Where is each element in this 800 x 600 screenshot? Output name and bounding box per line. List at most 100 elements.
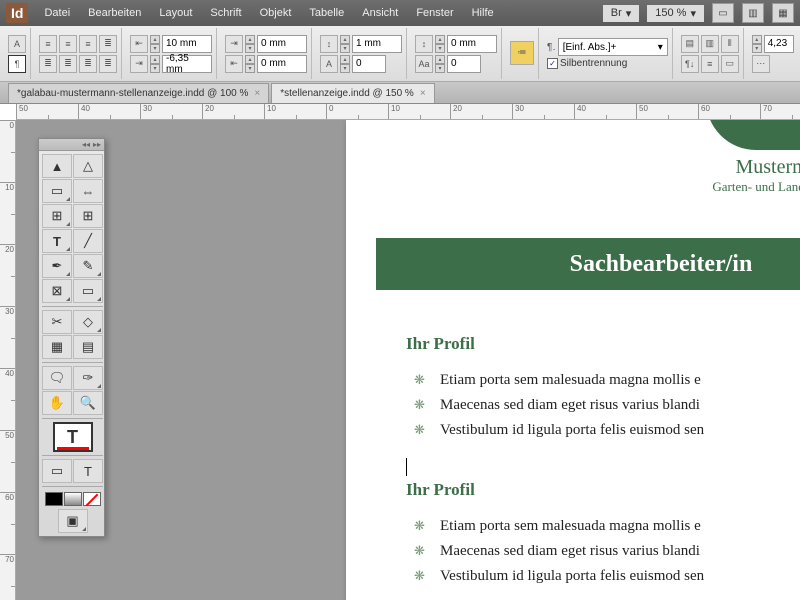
menu-datei[interactable]: Datei — [36, 3, 78, 23]
document-page[interactable]: Mustermann Garten- und Landschaftsbau Sa… — [346, 120, 800, 600]
justify-left-icon[interactable]: ≣ — [39, 55, 57, 73]
free-transform-tool[interactable]: ◇ — [73, 310, 103, 334]
canvas[interactable]: Mustermann Garten- und Landschaftsbau Sa… — [16, 120, 800, 600]
tab-stellenanzeige[interactable]: *stellenanzeige.indd @ 150 %× — [271, 83, 434, 103]
list-item: Maecenas sed diam eget risus varius blan… — [406, 539, 800, 564]
para-mode-icon[interactable]: ¶ — [8, 55, 26, 73]
pencil-tool[interactable]: ✎ — [73, 254, 103, 278]
justify-center-icon[interactable]: ≣ — [59, 55, 77, 73]
baseline-grid-icon[interactable]: ▤ — [681, 35, 699, 53]
align-center-icon[interactable]: ≡ — [59, 35, 77, 53]
apply-gradient-swatch[interactable] — [64, 492, 82, 506]
rules-icon[interactable]: ▭ — [721, 55, 739, 73]
right-spinner[interactable]: ▴▾ — [752, 35, 762, 53]
scissors-tool[interactable]: ✂ — [42, 310, 72, 334]
collapse-icon[interactable]: ◂◂ — [82, 140, 90, 149]
bridge-button[interactable]: Br ▾ — [603, 5, 640, 22]
align-right-icon[interactable]: ≡ — [79, 35, 97, 53]
columns-icon[interactable]: ▥ — [701, 35, 719, 53]
dropcap-lines-spinner[interactable]: ▴▾ — [340, 55, 350, 73]
options-icon[interactable]: ¶↓ — [681, 55, 699, 73]
menu-objekt[interactable]: Objekt — [252, 3, 300, 23]
gradient-feather-tool[interactable]: ▤ — [73, 335, 103, 359]
document-tabs: *galabau-mustermann-stellenanzeige.indd … — [0, 82, 800, 104]
justify-right-icon[interactable]: ≣ — [79, 55, 97, 73]
note-tool[interactable]: 🗨 — [42, 366, 72, 390]
char-mode-icon[interactable]: A — [8, 35, 26, 53]
view-mode-toggle[interactable]: ▣ — [58, 509, 88, 533]
justify-icon[interactable]: ≣ — [99, 35, 117, 53]
panel-header[interactable]: ◂◂▸▸ — [39, 139, 104, 151]
direct-selection-tool[interactable]: △ — [73, 154, 103, 178]
close-icon[interactable]: × — [420, 88, 426, 99]
rectangle-frame-tool[interactable]: ⊠ — [42, 279, 72, 303]
last-line-input[interactable]: 0 mm — [257, 55, 307, 73]
list-item: Maecenas sed diam eget risus varius blan… — [406, 393, 800, 418]
indent-right-spinner[interactable]: ▴▾ — [245, 35, 255, 53]
selection-tool[interactable]: ▲ — [42, 154, 72, 178]
formatting-text-icon[interactable]: T — [73, 459, 103, 483]
space-after-input[interactable]: 0 mm — [447, 35, 497, 53]
dropcap-chars-spinner[interactable]: ▴▾ — [435, 55, 445, 73]
menu-fenster[interactable]: Fenster — [408, 3, 461, 23]
eyedropper-tool[interactable]: ✑ — [73, 366, 103, 390]
first-line-input[interactable]: -6,35 mm — [162, 55, 212, 73]
bullets-icon[interactable]: ≔ — [510, 41, 534, 65]
grid-align-icon[interactable]: ≡ — [701, 55, 719, 73]
screen-mode-icon[interactable]: ▥ — [742, 3, 764, 23]
ruler-vertical[interactable]: 01020304050607080 — [0, 120, 16, 600]
indent-left-input[interactable]: 10 mm — [162, 35, 212, 53]
indent-left-spinner[interactable]: ▴▾ — [150, 35, 160, 53]
extra-icon[interactable]: ⋯ — [752, 55, 770, 73]
last-line-spinner[interactable]: ▴▾ — [245, 55, 255, 73]
align-left-icon[interactable]: ≡ — [39, 35, 57, 53]
apply-none-swatch[interactable] — [83, 492, 101, 506]
line-tool[interactable]: ╱ — [73, 229, 103, 253]
menu-ansicht[interactable]: Ansicht — [354, 3, 406, 23]
page-tool[interactable]: ▭ — [42, 179, 72, 203]
rectangle-tool[interactable]: ▭ — [73, 279, 103, 303]
zoom-selector[interactable]: 150 % ▾ — [647, 5, 704, 22]
right-value-input[interactable]: 4,23 — [764, 35, 794, 53]
apply-color-swatch[interactable] — [45, 492, 63, 506]
control-panel: A ¶ ≡ ≡ ≡ ≣ ≣ ≣ ≣ ≣ ⇤ ▴▾ 10 mm ⇥ ▴▾ -6,3… — [0, 26, 800, 82]
menu-bearbeiten[interactable]: Bearbeiten — [80, 3, 149, 23]
dropcap-chars-input[interactable]: 0 — [447, 55, 481, 73]
menu-layout[interactable]: Layout — [151, 3, 200, 23]
hyphenation-checkbox[interactable]: ✓ — [547, 58, 558, 69]
formatting-container-icon[interactable]: ▭ — [42, 459, 72, 483]
type-tool[interactable]: T — [42, 229, 72, 253]
menu-schrift[interactable]: Schrift — [202, 3, 249, 23]
last-line-icon: ⇤ — [225, 55, 243, 73]
first-line-spinner[interactable]: ▴▾ — [150, 55, 160, 73]
dropcap-lines-input[interactable]: 0 — [352, 55, 386, 73]
span-col-icon[interactable]: ⫴ — [721, 35, 739, 53]
tab-galabau[interactable]: *galabau-mustermann-stellenanzeige.indd … — [8, 83, 269, 103]
fill-stroke-swap[interactable]: T — [53, 422, 93, 452]
space-before-input[interactable]: 1 mm — [352, 35, 402, 53]
hand-tool[interactable]: ✋ — [42, 391, 72, 415]
ruler-horizontal[interactable]: 5040302010010203040506070 — [16, 104, 800, 120]
tools-panel[interactable]: ◂◂▸▸ ▲ △ ▭ ⇔ ⊞ ⊞ T ╱ ✒ ✎ ⊠ ▭ ✂ ◇ ▦ ▤ 🗨 — [38, 138, 105, 537]
content-collector-tool[interactable]: ⊞ — [42, 204, 72, 228]
zoom-tool[interactable]: 🔍 — [73, 391, 103, 415]
content-placer-tool[interactable]: ⊞ — [73, 204, 103, 228]
menu-hilfe[interactable]: Hilfe — [464, 3, 502, 23]
justify-all-icon[interactable]: ≣ — [99, 55, 117, 73]
pen-tool[interactable]: ✒ — [42, 254, 72, 278]
menu-tabelle[interactable]: Tabelle — [301, 3, 352, 23]
indent-right-input[interactable]: 0 mm — [257, 35, 307, 53]
hyphenation-label: Silbentrennung — [560, 58, 627, 69]
list-item: Vestibulum id ligula porta felis euismod… — [406, 564, 800, 589]
close-icon[interactable]: ▸▸ — [93, 140, 101, 149]
gap-tool[interactable]: ⇔ — [73, 179, 103, 203]
first-line-icon: ⇥ — [130, 55, 148, 73]
arrange-icon[interactable]: ▦ — [772, 3, 794, 23]
gradient-swatch-tool[interactable]: ▦ — [42, 335, 72, 359]
space-after-spinner[interactable]: ▴▾ — [435, 35, 445, 53]
close-icon[interactable]: × — [254, 88, 260, 99]
section-heading: Ihr Profil — [406, 334, 800, 354]
para-style-select[interactable]: [Einf. Abs.]+▾ — [558, 38, 668, 56]
space-before-spinner[interactable]: ▴▾ — [340, 35, 350, 53]
view-mode-icon[interactable]: ▭ — [712, 3, 734, 23]
